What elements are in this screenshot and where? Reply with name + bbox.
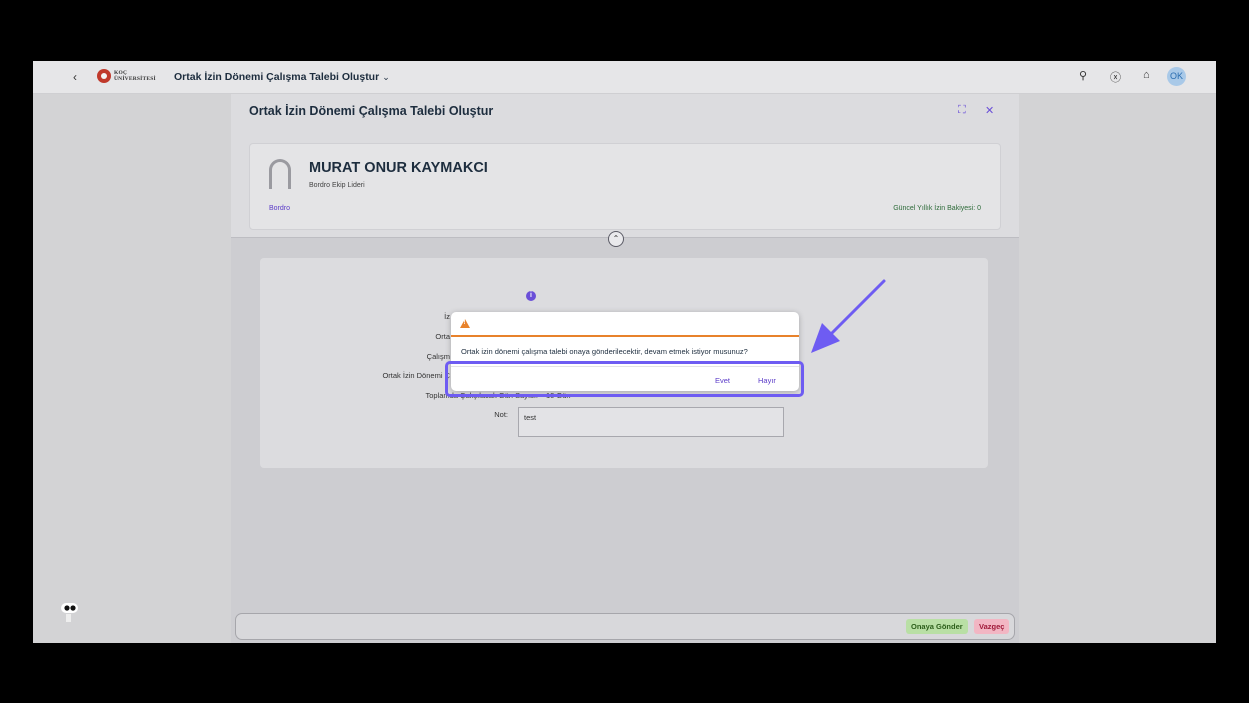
annotation-arrow-icon (811, 279, 886, 353)
